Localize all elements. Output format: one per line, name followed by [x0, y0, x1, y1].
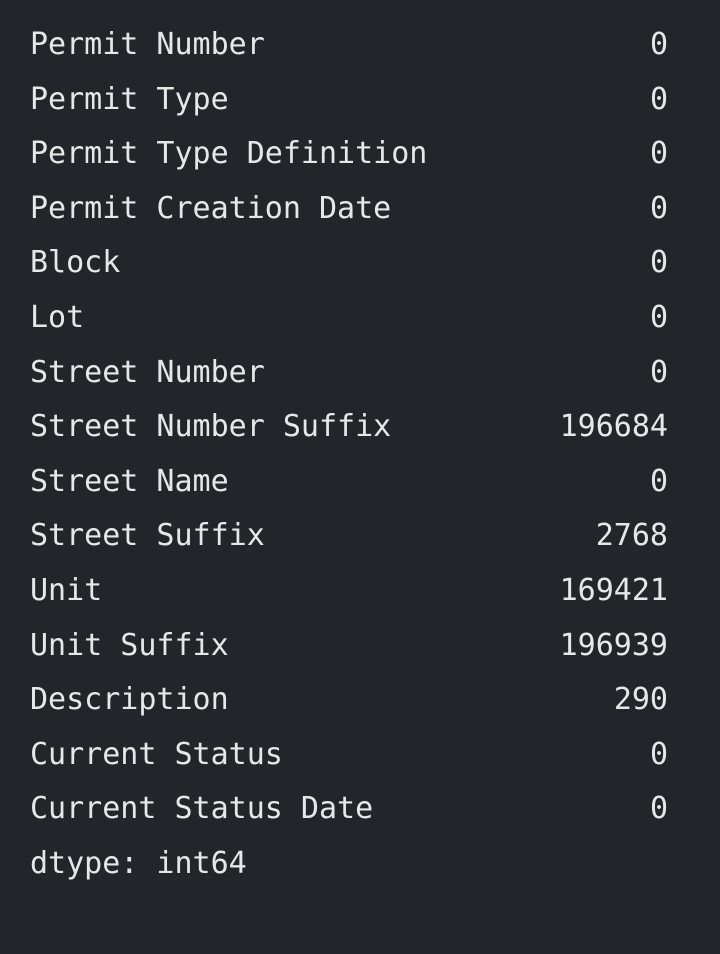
series-row-block: Block 0 — [0, 245, 720, 300]
row-label: Lot — [30, 299, 85, 335]
series-row-unit-suffix: Unit Suffix 196939 — [0, 628, 720, 683]
series-row-street-number-suffix: Street Number Suffix 196684 — [0, 409, 720, 464]
series-row-unit: Unit 169421 — [0, 573, 720, 628]
row-label: Permit Number — [30, 27, 265, 62]
series-row-street-name: Street Name 0 — [0, 464, 720, 519]
series-row-current-status-date: Current Status Date 0 — [0, 791, 720, 846]
series-row-street-suffix: Street Suffix 2768 — [0, 518, 720, 573]
row-value: 169421 — [559, 572, 668, 608]
row-value: 0 — [649, 299, 668, 335]
series-row-permit-type-definition: Permit Type Definition 0 — [0, 136, 720, 191]
series-row-permit-type: Permit Type 0 — [0, 82, 720, 137]
series-output: Permit Number 0 Permit Type 0 Permit Typ… — [0, 0, 720, 915]
row-label: Block — [30, 245, 121, 281]
row-label: Description — [30, 682, 229, 718]
row-label: Unit — [30, 572, 103, 608]
series-row-street-number: Street Number 0 — [0, 355, 720, 410]
row-label: Current Status Date — [30, 791, 374, 827]
dtype-row: dtype: int64 — [0, 846, 720, 901]
row-value: 196939 — [559, 627, 668, 663]
row-value: 0 — [649, 190, 668, 226]
row-label: Permit Type Definition — [30, 136, 428, 172]
series-row-description: Description 290 — [0, 682, 720, 737]
row-label: Permit Creation Date — [30, 190, 392, 226]
row-value: 0 — [649, 81, 668, 117]
row-value: 0 — [649, 354, 668, 390]
row-label: Current Status — [30, 736, 283, 772]
row-value: 0 — [649, 136, 668, 172]
row-label: Street Name — [30, 463, 229, 499]
row-label: Street Number — [30, 354, 265, 390]
series-row-permit-creation-date: Permit Creation Date 0 — [0, 191, 720, 246]
series-row-permit-number: Permit Number 0 — [0, 27, 720, 82]
row-value: 196684 — [559, 409, 668, 445]
row-value: 0 — [649, 27, 668, 62]
row-value: 290 — [613, 682, 668, 718]
row-value: 0 — [649, 736, 668, 772]
row-label: Street Number Suffix — [30, 409, 392, 445]
row-value: 0 — [649, 791, 668, 827]
row-label: Street Suffix — [30, 518, 265, 554]
series-row-lot: Lot 0 — [0, 300, 720, 355]
row-label: Permit Type — [30, 81, 229, 117]
row-label: Unit Suffix — [30, 627, 229, 663]
series-row-current-status: Current Status 0 — [0, 737, 720, 792]
row-value: 2768 — [595, 518, 668, 554]
row-value: 0 — [649, 245, 668, 281]
row-value: 0 — [649, 463, 668, 499]
dtype-line: dtype: int64 — [30, 845, 247, 881]
